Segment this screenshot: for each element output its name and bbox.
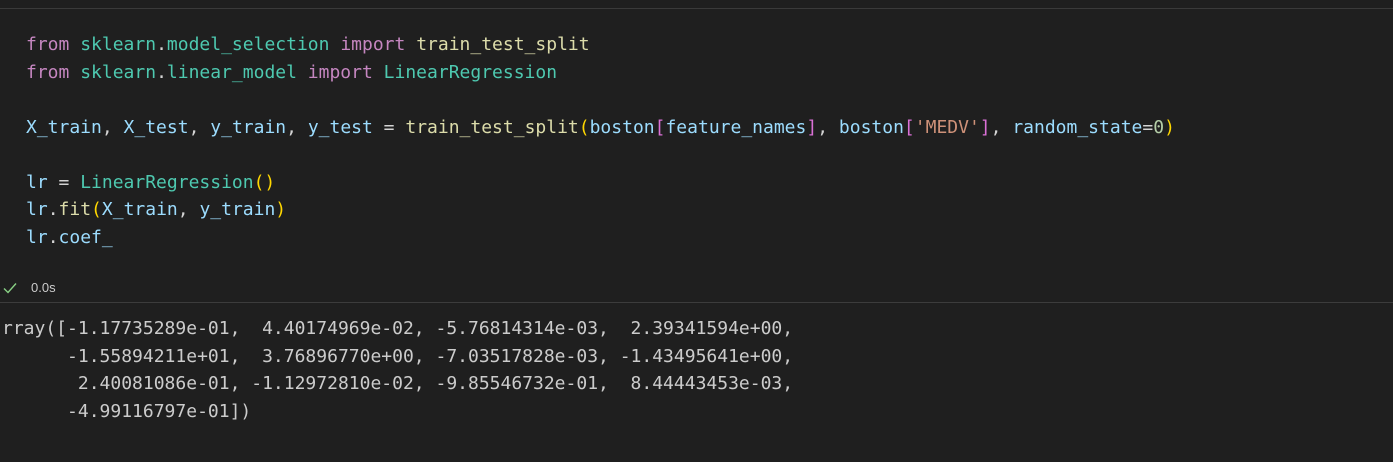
code-token: . (156, 34, 167, 55)
code-token: linear_model (166, 61, 297, 83)
code-token: LinearRegression (80, 171, 254, 193)
code-token: train_test_split (405, 116, 579, 138)
code-token: , (286, 116, 308, 138)
code-token: 'MEDV' (914, 116, 980, 138)
code-token: X_test (123, 116, 189, 138)
code-token: ( (91, 199, 102, 220)
code-cell-input[interactable]: from sklearn.model_selection import trai… (0, 9, 1393, 273)
code-token: [ (903, 116, 915, 138)
code-token: , (188, 116, 211, 138)
code-line[interactable]: lr.coef_ (26, 224, 1175, 252)
cell-status-bar: 0.0s (0, 276, 300, 300)
code-token: = (1142, 116, 1154, 138)
output-line: rray([-1.17735289e-01, 4.40174969e-02, -… (2, 318, 794, 339)
code-token: 0 (1153, 116, 1165, 138)
check-icon (2, 280, 18, 296)
code-token: train_test_split (416, 34, 590, 55)
code-token: import (340, 34, 406, 55)
code-token: feature_names (665, 116, 807, 138)
code-token: random_state (1012, 116, 1143, 138)
output-line: -1.55894211e+01, 3.76896770e+00, -7.0351… (2, 345, 794, 367)
code-line[interactable]: from sklearn.linear_model import LinearR… (26, 59, 1175, 87)
execution-time: 0.0s (31, 280, 56, 295)
code-token: X_train (26, 116, 102, 138)
code-token: ( (578, 116, 590, 138)
output-line: -4.99116797e-01]) (2, 400, 252, 422)
cell-output: rray([-1.17735289e-01, 4.40174969e-02, -… (2, 315, 793, 425)
code-token: ] (979, 116, 991, 138)
code-token: from (26, 61, 70, 83)
code-token: X_train (101, 199, 178, 220)
code-token: from (26, 34, 70, 55)
code-token: y_train (210, 116, 287, 138)
code-token: sklearn (80, 34, 157, 55)
code-line[interactable]: X_train, X_test, y_train, y_test = train… (26, 114, 1175, 142)
code-token: lr (26, 171, 48, 193)
code-token: . (47, 199, 59, 220)
code-token: = (372, 116, 406, 138)
code-line[interactable] (26, 141, 1175, 169)
code-line[interactable]: lr.fit(X_train, y_train) (26, 196, 1175, 224)
code-token: . (47, 226, 59, 248)
code-token: y_train (199, 199, 276, 220)
code-editor[interactable]: from sklearn.model_selection import trai… (26, 31, 1175, 251)
code-token: coef_ (58, 226, 113, 248)
code-token: lr (26, 226, 48, 248)
code-token: boston (589, 116, 655, 138)
code-token: sklearn (80, 61, 157, 83)
code-token: ] (806, 116, 818, 138)
output-line: 2.40081086e-01, -1.12972810e-02, -9.8554… (2, 373, 794, 394)
code-token: , (177, 199, 200, 220)
code-token: ) (275, 199, 287, 220)
code-token: = (47, 171, 81, 193)
code-token: ) (1164, 116, 1175, 138)
code-line[interactable] (26, 86, 1175, 114)
code-token: , (990, 116, 1013, 138)
code-token: . (156, 61, 167, 83)
code-token: , (817, 116, 839, 138)
code-token: y_test (307, 116, 373, 138)
code-token: [ (654, 116, 666, 138)
code-token: , (101, 116, 124, 138)
code-token: LinearRegression (383, 61, 558, 83)
code-token: boston (838, 116, 904, 138)
code-token: fit (58, 199, 92, 220)
code-token: import (307, 61, 373, 83)
code-token: model_selection (166, 34, 330, 55)
code-token: lr (26, 199, 48, 220)
code-line[interactable]: from sklearn.model_selection import trai… (26, 31, 1175, 59)
code-line[interactable]: lr = LinearRegression() (26, 169, 1175, 197)
output-divider (0, 302, 1393, 303)
code-token: () (253, 171, 276, 193)
